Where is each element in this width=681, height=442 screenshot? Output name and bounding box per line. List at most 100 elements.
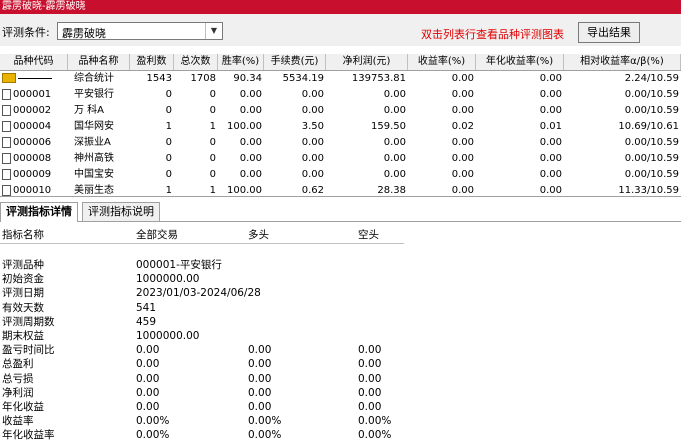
file-icon bbox=[2, 168, 11, 180]
row-rate: 0.00 bbox=[239, 105, 262, 116]
row-total: 0 bbox=[209, 169, 216, 180]
detail-long: 0.00 bbox=[248, 401, 272, 413]
detail-name: 评测周期数 bbox=[2, 315, 55, 328]
row-rel: 0.00/10.59 bbox=[624, 89, 679, 100]
row-fee: 0.00 bbox=[301, 169, 324, 180]
detail-name: 盈亏时间比 bbox=[2, 344, 55, 357]
row-code bbox=[0, 71, 68, 87]
row-annual: 0.01 bbox=[539, 121, 562, 132]
row-rel: 2.24/10.59 bbox=[624, 73, 679, 84]
row-rel: 0.00/10.59 bbox=[624, 137, 679, 148]
detail-all: 541 bbox=[136, 301, 157, 314]
row-code-text: 000009 bbox=[13, 169, 52, 180]
row-name: 神州高铁 bbox=[74, 153, 114, 164]
row-annual: 0.00 bbox=[539, 137, 562, 148]
row-total: 0 bbox=[209, 89, 216, 100]
row-win: 0 bbox=[165, 89, 172, 100]
row-code-text: 000008 bbox=[13, 153, 52, 164]
table-row[interactable]: 000009 中国宝安 0 0 0.00 0.00 0.00 0.00 0.00 0.00/10.… bbox=[0, 167, 681, 183]
row-code-text: 000010 bbox=[13, 185, 52, 196]
table-row[interactable]: 000001 平安银行 0 0 0.00 0.00 0.00 0.00 0.00 0.00/10.… bbox=[0, 87, 681, 103]
row-total: 0 bbox=[209, 153, 216, 164]
row-code-text: 000006 bbox=[13, 137, 52, 148]
row-ret: 0.00 bbox=[451, 169, 474, 180]
row-ret: 0.00 bbox=[451, 137, 474, 148]
row-ret: 0.00 bbox=[451, 105, 474, 116]
detail-all: 459 bbox=[136, 315, 157, 328]
detail-all: 0.00 bbox=[136, 401, 160, 413]
row-fee: 0.00 bbox=[301, 153, 324, 164]
detail-name: 期末权益 bbox=[2, 330, 44, 342]
detail-header: 多头 bbox=[248, 229, 269, 241]
row-annual: 0.00 bbox=[539, 153, 562, 164]
table-row[interactable]: 000004 国华网安 1 1 100.00 3.50 159.50 0.02 0.01 10.6… bbox=[0, 119, 681, 135]
column-header[interactable]: 总次数 bbox=[174, 54, 218, 70]
column-header[interactable]: 品种代码 bbox=[0, 54, 68, 70]
column-header[interactable]: 品种名称 bbox=[68, 54, 130, 70]
row-annual: 0.00 bbox=[539, 89, 562, 100]
row-fee: 5534.19 bbox=[282, 73, 324, 84]
detail-all: 0.00% bbox=[136, 415, 170, 428]
detail-name: 有效天数 bbox=[2, 301, 44, 314]
detail-short: 0.00 bbox=[358, 344, 382, 357]
column-header[interactable]: 盈利数 bbox=[130, 54, 174, 70]
detail-header: 空头 bbox=[358, 229, 379, 241]
result-table: 品种代码 品种名称 盈利数 总次数 胜率(%) 手续费(元) 净利润(元) 收益… bbox=[0, 54, 681, 196]
row-profit: 0.00 bbox=[383, 89, 406, 100]
row-ret: 0.02 bbox=[451, 121, 474, 132]
row-annual: 0.00 bbox=[539, 73, 562, 84]
row-total: 0 bbox=[209, 105, 216, 116]
table-row[interactable]: 综合统计 1543 1708 90.34 5534.19 139753.81 0.00 0.0… bbox=[0, 71, 681, 87]
row-win: 0 bbox=[165, 153, 172, 164]
row-code: 000009 bbox=[0, 167, 68, 183]
row-fee: 0.00 bbox=[301, 105, 324, 116]
condition-select[interactable]: 霹雳破晓 ▼ bbox=[57, 22, 223, 40]
detail-name: 收益率 bbox=[2, 415, 34, 428]
row-fee: 3.50 bbox=[301, 121, 324, 132]
table-header: 品种代码 品种名称 盈利数 总次数 胜率(%) 手续费(元) 净利润(元) 收益… bbox=[0, 54, 681, 71]
row-annual: 0.00 bbox=[539, 169, 562, 180]
row-code: 000001 bbox=[0, 87, 68, 103]
row-rate: 0.00 bbox=[239, 153, 262, 164]
detail-header: 全部交易 bbox=[136, 229, 178, 241]
file-icon bbox=[2, 136, 11, 148]
file-icon bbox=[2, 120, 11, 132]
row-profit: 139753.81 bbox=[351, 73, 406, 84]
column-header[interactable]: 胜率(%) bbox=[218, 54, 264, 70]
column-header[interactable]: 手续费(元) bbox=[264, 54, 326, 70]
detail-all: 0.00 bbox=[136, 344, 160, 357]
chevron-down-icon[interactable]: ▼ bbox=[205, 23, 222, 39]
column-header[interactable]: 净利润(元) bbox=[326, 54, 408, 70]
detail-short: 0.00 bbox=[358, 401, 382, 413]
tab-explanation[interactable]: 评测指标说明 bbox=[82, 202, 160, 221]
row-win: 0 bbox=[165, 105, 172, 116]
table-row[interactable]: 000006 深振业A 0 0 0.00 0.00 0.00 0.00 0.00 0.00/10.… bbox=[0, 135, 681, 151]
row-name: 平安银行 bbox=[74, 89, 114, 100]
row-rel: 0.00/10.59 bbox=[624, 153, 679, 164]
row-total: 1 bbox=[209, 121, 216, 132]
detail-short: 0.00 bbox=[358, 358, 382, 371]
row-total: 1708 bbox=[190, 73, 216, 84]
splitter[interactable] bbox=[0, 196, 681, 197]
detail-all: 0.00 bbox=[136, 372, 160, 385]
condition-label: 评测条件: bbox=[2, 26, 50, 39]
detail-name: 总亏损 bbox=[2, 372, 34, 385]
detail-name: 净利润 bbox=[2, 386, 34, 399]
column-header[interactable]: 收益率(%) bbox=[408, 54, 476, 70]
table-row[interactable]: 000008 神州高铁 0 0 0.00 0.00 0.00 0.00 0.00 0.00/10.… bbox=[0, 151, 681, 167]
row-profit: 0.00 bbox=[383, 105, 406, 116]
export-button[interactable]: 导出结果 bbox=[578, 22, 640, 43]
table-row[interactable]: 000002 万 科A 0 0 0.00 0.00 0.00 0.00 0.00 0.00/10.… bbox=[0, 103, 681, 119]
column-header[interactable]: 相对收益率α/β(%) bbox=[564, 54, 681, 70]
row-win: 0 bbox=[165, 169, 172, 180]
row-code: 000008 bbox=[0, 151, 68, 167]
row-code-text: 000002 bbox=[13, 105, 52, 116]
detail-all: 0.00 bbox=[136, 386, 160, 399]
row-name: 深振业A bbox=[74, 137, 111, 148]
detail-short: 0.00 bbox=[358, 386, 382, 399]
detail-all: 000001-平安银行 bbox=[136, 259, 222, 271]
column-header[interactable]: 年化收益率(%) bbox=[476, 54, 564, 70]
row-annual: 0.00 bbox=[539, 105, 562, 116]
row-name: 中国宝安 bbox=[74, 169, 114, 180]
tab-detail[interactable]: 评测指标详情 bbox=[0, 202, 78, 222]
